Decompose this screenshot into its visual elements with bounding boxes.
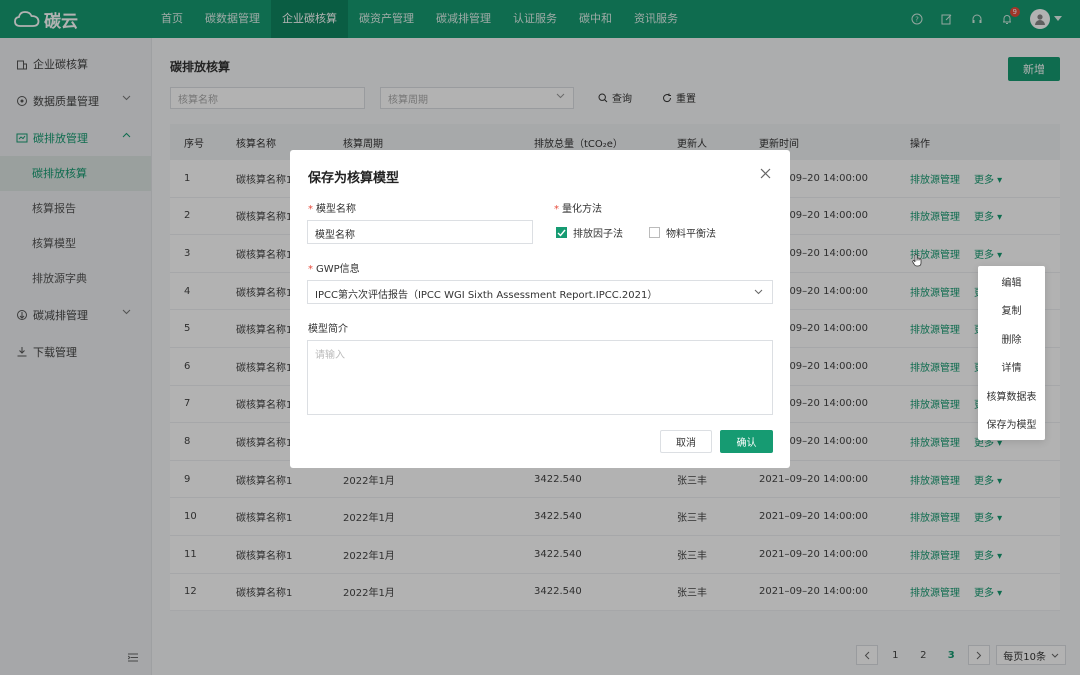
- menu-item-edit[interactable]: 编辑: [978, 270, 1045, 298]
- model-name-input[interactable]: 模型名称: [307, 220, 533, 244]
- model-name-label-text: 模型名称: [316, 204, 356, 215]
- menu-item-save-as-model[interactable]: 保存为模型: [978, 412, 1045, 440]
- method-material-balance-checkbox[interactable]: 物料平衡法: [649, 225, 716, 240]
- method-label-text: 量化方法: [562, 204, 602, 215]
- checkbox-unchecked-icon: [649, 227, 660, 238]
- checkbox-label: 物料平衡法: [666, 229, 716, 240]
- save-model-dialog: 保存为核算模型 * 模型名称 模型名称 * 量化方法 排放因子法 物料平衡法 * GW…: [290, 150, 790, 468]
- confirm-button[interactable]: 确认: [720, 430, 773, 453]
- dialog-title: 保存为核算模型: [308, 171, 400, 186]
- method-emission-factor-checkbox[interactable]: 排放因子法: [556, 225, 623, 240]
- method-label: * 量化方法: [554, 200, 602, 215]
- more-actions-menu: 编辑 复制 删除 详情 核算数据表 保存为模型: [978, 266, 1045, 440]
- chevron-down-icon: [754, 289, 763, 295]
- description-textarea[interactable]: 请输入: [307, 340, 773, 415]
- required-mark: *: [308, 204, 313, 215]
- menu-item-details[interactable]: 详情: [978, 355, 1045, 383]
- menu-item-accounting-data-table[interactable]: 核算数据表: [978, 384, 1045, 412]
- menu-item-delete[interactable]: 删除: [978, 327, 1045, 355]
- gwp-select-value: IPCC第六次评估报告（IPCC WGI Sixth Assessment Re…: [315, 290, 658, 301]
- gwp-select[interactable]: IPCC第六次评估报告（IPCC WGI Sixth Assessment Re…: [307, 280, 773, 304]
- close-icon[interactable]: [760, 168, 771, 182]
- gwp-label-text: GWP信息: [316, 264, 360, 275]
- model-name-label: * 模型名称: [308, 200, 356, 215]
- cancel-button[interactable]: 取消: [660, 430, 712, 453]
- checkbox-label: 排放因子法: [573, 229, 623, 240]
- hand-cursor-icon: [912, 254, 923, 270]
- gwp-label: * GWP信息: [308, 260, 360, 275]
- menu-item-copy[interactable]: 复制: [978, 298, 1045, 326]
- required-mark: *: [308, 264, 313, 275]
- required-mark: *: [554, 204, 559, 215]
- checkbox-checked-icon: [556, 227, 567, 238]
- description-label: 模型简介: [308, 324, 348, 335]
